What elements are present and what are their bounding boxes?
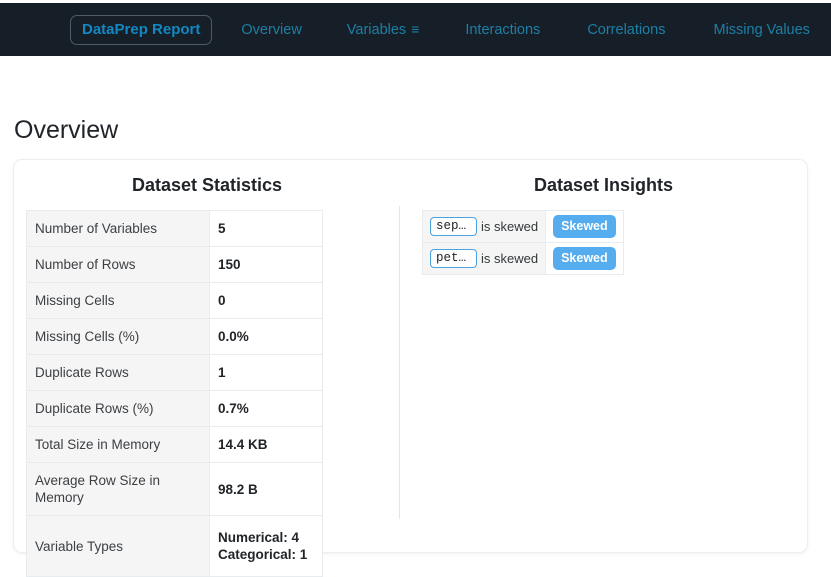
stat-label: Number of Variables (26, 210, 210, 247)
stat-label-variable-types: Variable Types (26, 515, 210, 577)
dataset-statistics-panel: Dataset Statistics Number of Variables 5… (14, 160, 400, 577)
variable-types-numerical: Numerical: 4 (218, 530, 300, 545)
stat-label: Duplicate Rows (26, 354, 210, 391)
stat-label: Average Row Size in Memory (26, 462, 210, 516)
status-badge[interactable]: Skewed (553, 215, 616, 238)
insight-message: sepa… is skewed (421, 210, 547, 243)
dataset-statistics-title: Dataset Statistics (131, 175, 283, 195)
variable-types-categorical: Categorical: 1 (218, 547, 308, 562)
dataset-insights-title: Dataset Insights (533, 175, 674, 195)
nav-link-interactions[interactable]: Interactions (465, 16, 540, 44)
table-row: Duplicate Rows (%) 0.7% (26, 390, 323, 427)
nav-links: Overview Variables ≡ Interactions Correla… (236, 15, 810, 44)
insight-message: peta… is skewed (421, 242, 547, 275)
dataset-insights-table-wrap: sepa… is skewed Skewed peta… is skewed S… (421, 210, 796, 275)
table-row: Duplicate Rows 1 (26, 354, 323, 391)
navbar: DataPrep Report Overview Variables ≡ Inte… (0, 3, 831, 56)
table-row: Variable Types Numerical: 4 Categorical:… (26, 515, 323, 577)
insight-badge-cell: Skewed (545, 210, 624, 243)
overview-card: Dataset Statistics Number of Variables 5… (13, 159, 808, 577)
nav-link-overview[interactable]: Overview (241, 16, 301, 44)
nav-link-variables-label: Variables (346, 22, 407, 38)
dataset-insights-table: sepa… is skewed Skewed peta… is skewed S… (421, 210, 624, 275)
table-row: Missing Cells (%) 0.0% (26, 318, 323, 355)
dataset-insights-panel: Dataset Insights sepa… is skewed Skewed (400, 160, 807, 552)
stat-value-variable-types: Numerical: 4 Categorical: 1 (209, 515, 323, 577)
stat-label: Missing Cells (%) (26, 318, 210, 355)
list-item: peta… is skewed Skewed (421, 242, 624, 275)
nav-link-missing-values[interactable]: Missing Values (713, 16, 809, 44)
stat-value: 0 (209, 282, 323, 319)
table-row: Number of Variables 5 (26, 210, 323, 247)
table-row: Total Size in Memory 14.4 KB (26, 426, 323, 463)
insight-badge-cell: Skewed (545, 242, 624, 275)
brand-logo-button[interactable]: DataPrep Report (70, 14, 213, 45)
list-item: sepa… is skewed Skewed (421, 210, 624, 243)
stat-label: Total Size in Memory (26, 426, 210, 463)
nav-link-correlations[interactable]: Correlations (587, 16, 665, 44)
status-badge[interactable]: Skewed (553, 247, 616, 270)
insight-message-text: is skewed (481, 219, 539, 234)
page-content: Overview Dataset Statistics Number of Va… (0, 56, 831, 577)
stat-value: 98.2 B (209, 462, 323, 516)
stat-label: Missing Cells (26, 282, 210, 319)
table-row: Missing Cells 0 (26, 282, 323, 319)
stat-value: 150 (209, 246, 323, 283)
stat-value: 14.4 KB (209, 426, 323, 463)
overview-card-body: Dataset Statistics Number of Variables 5… (14, 160, 807, 577)
dataset-statistics-table: Number of Variables 5 Number of Rows 150… (26, 210, 323, 577)
table-row: Number of Rows 150 (26, 246, 323, 283)
stat-label: Duplicate Rows (%) (26, 390, 210, 427)
hamburger-icon: ≡ (411, 21, 420, 37)
dataset-statistics-table-wrap: Number of Variables 5 Number of Rows 150… (26, 210, 323, 577)
stat-value: 5 (209, 210, 323, 247)
table-row: Average Row Size in Memory 98.2 B (26, 462, 323, 516)
nav-link-variables[interactable]: Variables ≡ (347, 15, 420, 44)
stat-label: Number of Rows (26, 246, 210, 283)
insight-message-text: is skewed (481, 251, 539, 266)
page-title: Overview (14, 116, 119, 144)
insight-column-chip[interactable]: sepa… (430, 217, 477, 236)
stat-value: 0.0% (209, 318, 323, 355)
stat-value: 1 (209, 354, 323, 391)
stat-value: 0.7% (209, 390, 323, 427)
insight-column-chip[interactable]: peta… (430, 249, 477, 268)
